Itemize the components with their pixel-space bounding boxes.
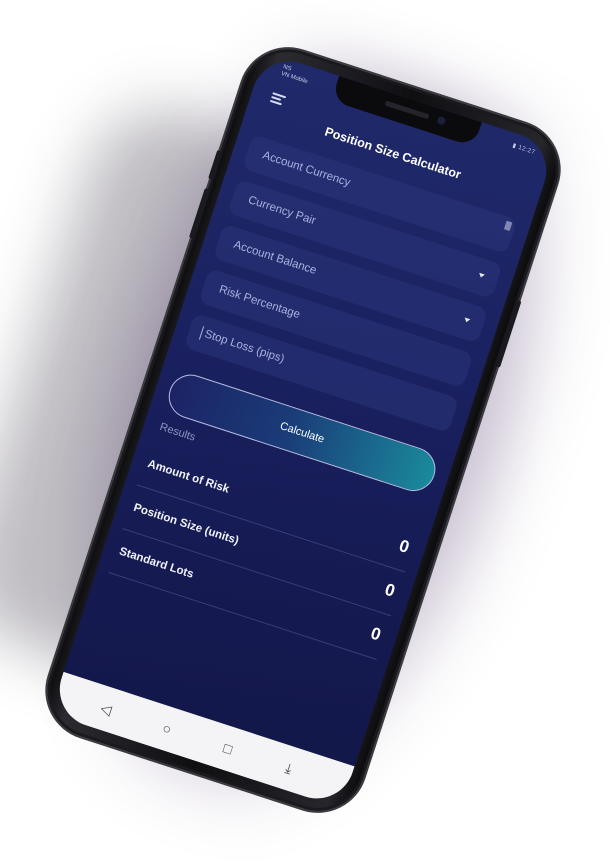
field-label: Risk Percentage [217, 283, 302, 322]
notification-pull-icon[interactable]: ⤓ [276, 756, 301, 781]
carrier-info: NS VN Mobile [280, 64, 311, 86]
field-label: Currency Pair [246, 194, 318, 228]
result-value: 0 [382, 579, 398, 601]
hamburger-icon[interactable] [269, 92, 287, 106]
back-icon[interactable]: ◁ [94, 696, 119, 721]
result-value: 0 [368, 623, 384, 645]
status-right: ▮ 12:27 [512, 142, 537, 156]
results-heading: Results [158, 420, 197, 444]
field-label: Account Currency [261, 149, 352, 190]
home-icon[interactable]: ○ [154, 716, 179, 741]
result-label: Standard Lots [117, 545, 195, 581]
recents-icon[interactable]: □ [215, 736, 240, 761]
clock: 12:27 [517, 144, 536, 156]
field-label: Stop Loss (pips) [203, 328, 286, 366]
result-label: Amount of Risk [146, 458, 231, 496]
result-value: 0 [396, 535, 412, 557]
chevron-down-icon[interactable] [477, 272, 485, 279]
chevron-down-icon[interactable] [463, 317, 471, 324]
field-label: Account Balance [232, 238, 318, 277]
